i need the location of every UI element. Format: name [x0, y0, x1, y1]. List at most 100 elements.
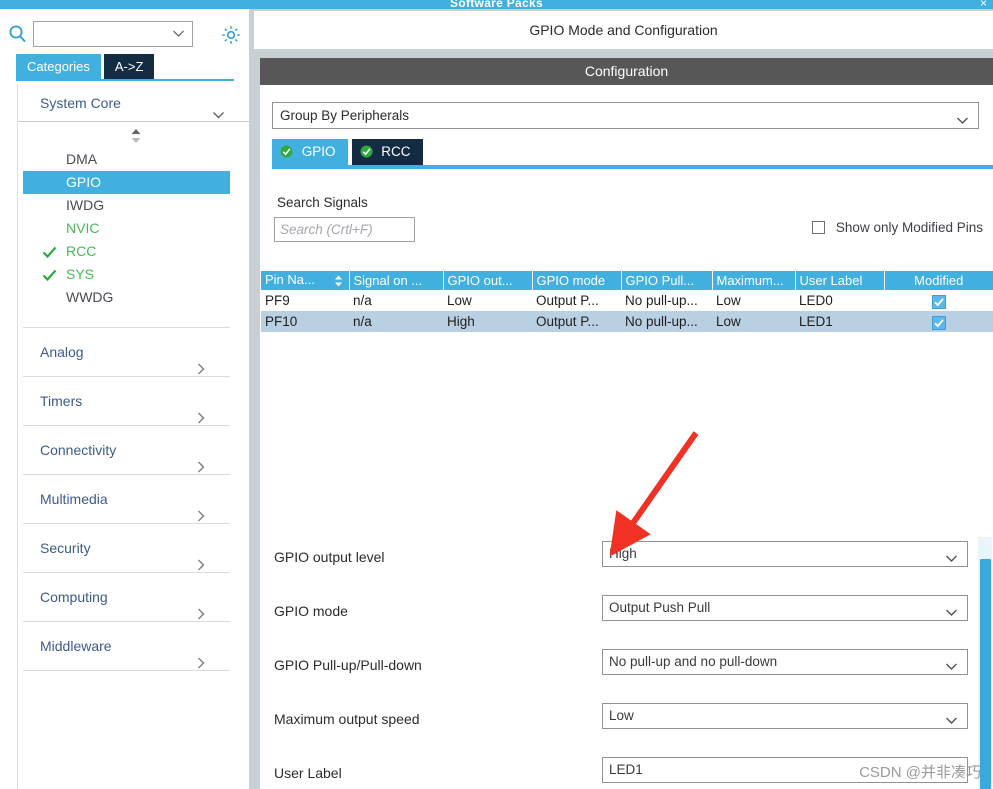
peripheral-tabs-underline [272, 165, 993, 169]
property-label: User Label [274, 765, 342, 781]
column-header-gpio-pull[interactable]: GPIO Pull... [621, 271, 713, 290]
table-row[interactable]: PF9 n/a Low Output P... No pull-up... Lo… [261, 290, 993, 311]
chevron-down-icon [956, 110, 969, 124]
cell-user-label: LED0 [795, 290, 884, 311]
sidebar-category-security[interactable]: Security [23, 524, 230, 573]
gpio-pull-select[interactable]: No pull-up and no pull-down [602, 649, 968, 675]
sidebar-item-dma[interactable]: DMA [18, 148, 249, 171]
sidebar-tab-underline [16, 79, 234, 81]
cell-user-label: LED1 [795, 311, 884, 332]
tab-label: GPIO [301, 144, 336, 159]
cell-pin-name: PF10 [261, 311, 349, 332]
gpio-mode-select[interactable]: Output Push Pull [602, 595, 968, 621]
chevron-right-icon [195, 542, 207, 571]
sidebar-category-connectivity[interactable]: Connectivity [23, 426, 230, 475]
sidebar-item-nvic[interactable]: NVIC [18, 217, 249, 240]
watermark: CSDN @并非凑巧 [859, 764, 981, 781]
gear-icon[interactable] [219, 23, 243, 47]
property-row-maximum-output-speed: Maximum output speed Low [260, 699, 993, 753]
scrollbar-thumb[interactable] [980, 559, 991, 789]
cell-signal-on: n/a [349, 311, 443, 332]
column-header-maximum-speed[interactable]: Maximum... [712, 271, 796, 290]
chevron-right-icon [195, 591, 207, 620]
checkbox-checked-icon [931, 316, 946, 330]
cell-gpio-output: Low [443, 290, 532, 311]
sidebar-item-label: SYS [66, 266, 95, 282]
property-row-gpio-pull-up-pull-down: GPIO Pull-up/Pull-down No pull-up and no… [260, 645, 993, 699]
gpio-output-level-select[interactable]: High [602, 541, 968, 567]
sidebar-category-timers[interactable]: Timers [23, 377, 230, 426]
tab-categories[interactable]: Categories [16, 54, 101, 79]
vertical-scrollbar[interactable] [978, 537, 992, 789]
sidebar-category-analog[interactable]: Analog [23, 328, 230, 377]
sidebar-group-system-core[interactable]: System Core [18, 84, 249, 122]
cell-gpio-pull: No pull-up... [621, 290, 712, 311]
property-value: High [609, 546, 637, 561]
property-label: GPIO mode [274, 603, 348, 619]
search-signals-input[interactable]: Search (Crtl+F) [274, 217, 415, 242]
sidebar-peripheral-list: DMA GPIO IWDG NVIC RCC SYS WWDG [18, 122, 249, 328]
sidebar-item-iwdg[interactable]: IWDG [18, 194, 249, 217]
sidebar-item-label: IWDG [66, 197, 105, 213]
sidebar-category-label: Middleware [40, 638, 112, 654]
property-value: Output Push Pull [609, 600, 711, 615]
show-only-modified-pins-label: Show only Modified Pins [835, 220, 983, 235]
tab-rcc[interactable]: RCC [351, 139, 423, 165]
cell-modified[interactable] [884, 290, 993, 311]
cubemx-window: Software Packs × Categories A->Z System … [0, 0, 993, 789]
sidebar-item-label: WWDG [66, 289, 114, 305]
configuration-header: Configuration [260, 58, 993, 85]
column-header-user-label[interactable]: User Label [795, 271, 885, 290]
search-signals-label: Search Signals [277, 195, 368, 210]
column-header-modified[interactable]: Modified [884, 271, 993, 290]
chevron-right-icon [195, 640, 207, 669]
sidebar-category-label: Timers [40, 393, 83, 409]
column-header-gpio-output[interactable]: GPIO out... [443, 271, 533, 290]
configuration-body: Group By Peripherals GPIO RCC Search Sig… [260, 85, 993, 789]
table-row[interactable]: PF10 n/a High Output P... No pull-up... … [261, 311, 993, 332]
group-by-value: Group By Peripherals [280, 108, 410, 123]
cell-modified[interactable] [884, 311, 993, 332]
sidebar-item-label: DMA [66, 151, 98, 167]
property-label: GPIO Pull-up/Pull-down [274, 657, 422, 673]
search-signals-placeholder: Search (Crtl+F) [280, 222, 373, 237]
tab-a-to-z[interactable]: A->Z [103, 54, 155, 79]
column-header-gpio-mode[interactable]: GPIO mode [532, 271, 622, 290]
property-value: No pull-up and no pull-down [609, 654, 778, 669]
property-label: Maximum output speed [274, 711, 420, 727]
sidebar-category-multimedia[interactable]: Multimedia [23, 475, 230, 524]
status-ok-icon [280, 141, 293, 158]
sidebar-item-label: NVIC [66, 220, 100, 236]
property-row-gpio-output-level: GPIO output level High [260, 537, 993, 591]
tab-gpio[interactable]: GPIO [272, 139, 348, 165]
group-by-select[interactable]: Group By Peripherals [272, 102, 979, 129]
show-only-modified-pins-checkbox[interactable]: Show only Modified Pins [812, 220, 983, 235]
column-header-signal-on[interactable]: Signal on ... [349, 271, 444, 290]
check-icon [42, 244, 57, 259]
checkbox-checked-icon [931, 295, 946, 309]
chevron-right-icon [195, 395, 207, 424]
sidebar-item-label: RCC [66, 243, 97, 259]
property-row-gpio-mode: GPIO mode Output Push Pull [260, 591, 993, 645]
column-header-pin-name[interactable]: Pin Na... [261, 271, 350, 290]
sidebar-category-computing[interactable]: Computing [23, 573, 230, 622]
chevron-down-icon [945, 711, 958, 724]
tab-label: RCC [381, 144, 411, 159]
sidebar-tabs: Categories A->Z [16, 54, 155, 79]
chevron-down-icon [212, 97, 225, 119]
sidebar-item-gpio[interactable]: GPIO [23, 171, 230, 194]
cell-pin-name: PF9 [261, 290, 349, 311]
sidebar-item-wwdg[interactable]: WWDG [18, 286, 249, 309]
chevron-down-icon [945, 549, 958, 562]
sidebar-category-label: Computing [40, 589, 108, 605]
scroll-spinner-icon[interactable] [130, 128, 142, 144]
sidebar-panel: System Core DMA GPIO IWDG NVIC RCC SYS W… [17, 84, 249, 789]
maximum-output-speed-select[interactable]: Low [602, 703, 968, 729]
checkbox-box [812, 221, 826, 234]
sidebar-category-label: Security [40, 540, 91, 556]
sidebar-category-middleware[interactable]: Middleware [23, 622, 230, 671]
sidebar-item-sys[interactable]: SYS [18, 263, 249, 286]
sidebar-item-rcc[interactable]: RCC [18, 240, 249, 263]
sidebar-search-input[interactable] [33, 21, 193, 47]
window-title-bar: Software Packs × [0, 0, 993, 10]
